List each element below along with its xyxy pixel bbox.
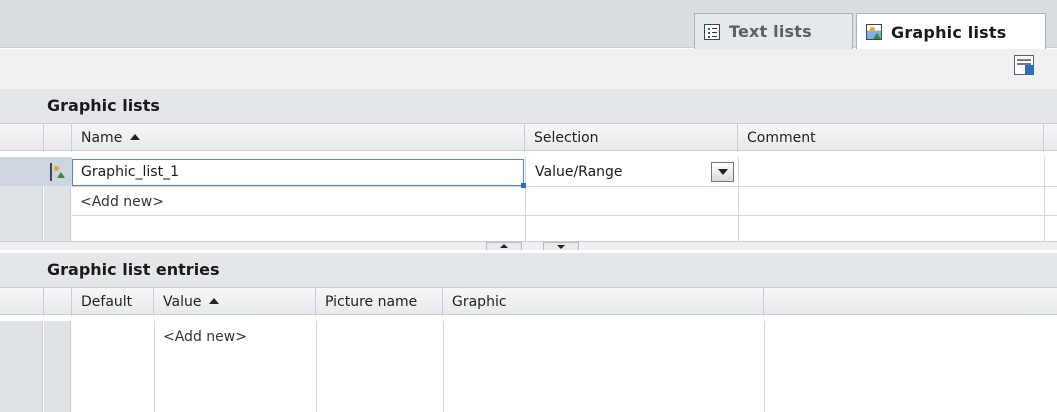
pane-splitter[interactable]	[0, 241, 1057, 250]
sort-ascending-icon	[130, 134, 141, 140]
column-divider	[1044, 157, 1045, 241]
column-header-name[interactable]: Name	[72, 124, 525, 152]
column-header-value-label: Value	[163, 294, 202, 310]
splitter-down-button[interactable]	[543, 242, 579, 250]
tab-text-lists-label: Text lists	[729, 22, 812, 41]
tab-text-lists[interactable]: Text lists	[694, 13, 853, 49]
text-list-icon	[704, 23, 720, 40]
toolbar	[0, 49, 1057, 89]
entries-row-icon-column	[44, 321, 71, 412]
tab-graphic-lists[interactable]: Graphic lists	[856, 13, 1046, 50]
column-header-default-label: Default	[81, 294, 133, 310]
column-divider	[764, 321, 765, 412]
graphic-lists-header-row: Name Selection Comment	[0, 123, 1057, 152]
graphic-lists-section-header: Graphic lists	[0, 89, 1057, 123]
graphic-list-entries-section-header: Graphic list entries	[0, 253, 1057, 287]
graphic-lists-title: Graphic lists	[47, 96, 160, 115]
add-new-graphic-list[interactable]: <Add new>	[72, 188, 525, 215]
column-header-comment-label: Comment	[747, 130, 816, 146]
graphic-list-name-value: Graphic_list_1	[81, 164, 179, 180]
column-header-selection[interactable]: Selection	[525, 124, 738, 152]
column-divider	[316, 321, 317, 412]
column-header-picture-name[interactable]: Picture name	[316, 288, 443, 316]
column-header-name-label: Name	[81, 130, 123, 146]
entries-header-row: Default Value Picture name Graphic	[0, 287, 1057, 316]
graphic-list-name-cell[interactable]: Graphic_list_1	[72, 159, 526, 188]
view-options-icon[interactable]	[1014, 55, 1034, 75]
entries-row-selector-column[interactable]	[0, 321, 43, 412]
column-header-picture-name-label: Picture name	[325, 294, 418, 310]
graphic-list-entries-title: Graphic list entries	[47, 260, 220, 279]
graphic-list-row-icon	[50, 163, 52, 181]
tab-graphic-lists-label: Graphic lists	[891, 22, 1007, 42]
column-header-filler	[764, 288, 1057, 316]
splitter-up-button[interactable]	[486, 242, 522, 250]
add-new-entry-label: <Add new>	[163, 329, 247, 345]
add-new-graphic-list-label: <Add new>	[80, 194, 164, 210]
header-corner	[0, 288, 44, 316]
column-header-value[interactable]: Value	[154, 288, 316, 316]
selection-cell[interactable]: Value/Range	[527, 158, 707, 186]
comment-cell[interactable]	[739, 158, 1044, 186]
row-divider	[72, 215, 1057, 216]
add-new-entry[interactable]: <Add new>	[155, 323, 315, 351]
selection-dropdown-button[interactable]	[711, 162, 734, 182]
graphic-list-icon	[866, 24, 882, 40]
header-icon-column	[44, 288, 72, 316]
column-header-graphic[interactable]: Graphic	[443, 288, 764, 316]
column-header-selection-label: Selection	[534, 130, 599, 146]
column-header-comment[interactable]: Comment	[738, 124, 1044, 152]
column-header-default[interactable]: Default	[72, 288, 154, 316]
header-icon-column	[44, 124, 72, 152]
column-header-graphic-label: Graphic	[452, 294, 507, 310]
column-divider	[525, 157, 526, 241]
row-divider	[72, 186, 1057, 187]
header-corner	[0, 124, 44, 152]
selection-value: Value/Range	[535, 164, 623, 180]
sort-ascending-icon	[209, 298, 220, 304]
column-divider	[443, 321, 444, 412]
